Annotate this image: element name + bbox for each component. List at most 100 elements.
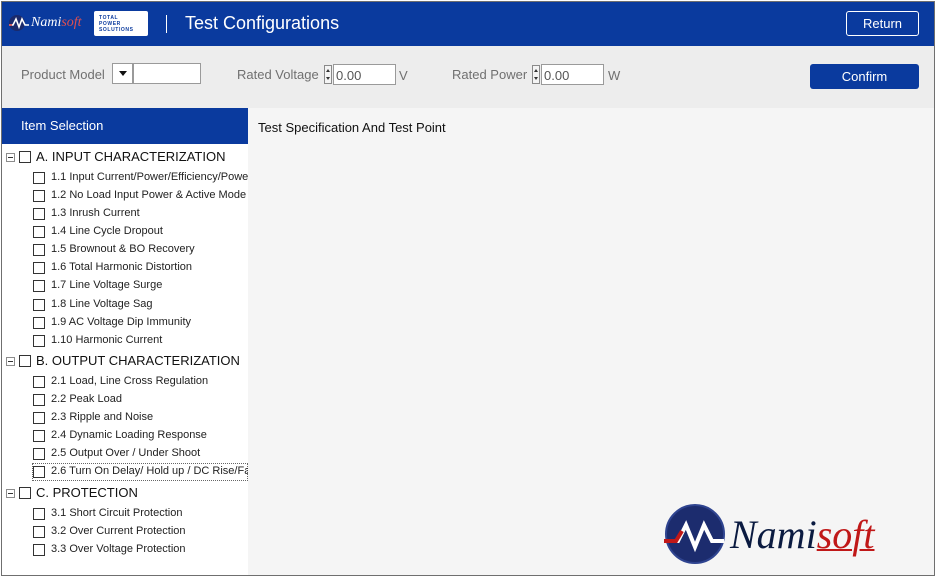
tree-item[interactable]: 1.7 Line Voltage Surge	[2, 277, 248, 295]
test-specification-header: Test Specification And Test Point	[258, 120, 446, 135]
item-checkbox[interactable]	[33, 226, 45, 238]
category-checkbox[interactable]	[19, 151, 31, 163]
product-model-field[interactable]	[133, 63, 201, 84]
item-label: 1.7 Line Voltage Surge	[51, 279, 163, 291]
item-checkbox[interactable]	[33, 526, 45, 538]
rated-voltage-label: Rated Voltage	[237, 67, 319, 82]
item-label: 1.6 Total Harmonic Distortion	[51, 261, 193, 273]
tree-item[interactable]: 1.6 Total Harmonic Distortion	[2, 259, 248, 277]
collapse-icon[interactable]	[6, 357, 15, 366]
item-label: 2.1 Load, Line Cross Regulation	[51, 375, 209, 387]
app-window: Namisoft TOTAL POWER SOLUTIONS Test Conf…	[1, 1, 935, 576]
item-label: 3.2 Over Current Protection	[51, 525, 186, 537]
rated-power-label: Rated Power	[452, 67, 528, 82]
namisoft-logo: Namisoft	[664, 502, 874, 566]
item-checkbox[interactable]	[33, 544, 45, 556]
namisoft-logo-word: Namisoft	[730, 511, 875, 557]
category-checkbox[interactable]	[19, 487, 31, 499]
tree-item[interactable]: 2.5 Output Over / Under Shoot	[2, 445, 248, 463]
item-checkbox[interactable]	[33, 299, 45, 311]
collapse-icon[interactable]	[6, 153, 15, 162]
rated-power-unit: W	[608, 68, 621, 83]
rated-power-input[interactable]: 0.00	[541, 64, 604, 85]
item-checkbox[interactable]	[33, 190, 45, 202]
item-label: 1.4 Line Cycle Dropout	[51, 225, 163, 237]
tagline-badge: TOTAL POWER SOLUTIONS	[94, 11, 148, 36]
tree-item[interactable]: 1.4 Line Cycle Dropout	[2, 223, 248, 241]
item-selection-header: Item Selection	[2, 108, 248, 144]
tree-item[interactable]: 1.5 Brownout & BO Recovery	[2, 241, 248, 259]
item-label: 2.3 Ripple and Noise	[51, 411, 154, 423]
tree-item[interactable]: 3.1 Short Circuit Protection	[2, 505, 248, 523]
item-selection-tree: A. INPUT CHARACTERIZATION 1.1 Input Curr…	[2, 144, 248, 575]
item-checkbox[interactable]	[33, 280, 45, 292]
item-label: 2.5 Output Over / Under Shoot	[51, 447, 201, 459]
rated-power-spinner[interactable]	[532, 65, 540, 84]
title-divider	[166, 15, 167, 33]
spin-up-icon	[534, 68, 538, 72]
item-checkbox[interactable]	[33, 317, 45, 329]
tree-item[interactable]: 2.1 Load, Line Cross Regulation	[2, 373, 248, 391]
spin-down-icon	[326, 77, 330, 81]
collapse-icon[interactable]	[6, 489, 15, 498]
tree-item[interactable]: 1.9 AC Voltage Dip Immunity	[2, 314, 248, 332]
confirm-button[interactable]: Confirm	[810, 64, 919, 89]
spin-down-icon	[534, 77, 538, 81]
item-checkbox[interactable]	[33, 466, 45, 478]
header-brand-name: Namisoft	[31, 15, 82, 30]
tree-item[interactable]: 1.1 Input Current/Power/Efficiency/Powe	[2, 169, 248, 187]
namisoft-logo-icon	[664, 504, 725, 564]
return-button[interactable]: Return	[846, 11, 919, 36]
item-label: 1.9 AC Voltage Dip Immunity	[51, 316, 192, 328]
item-checkbox[interactable]	[33, 430, 45, 442]
tree-item[interactable]: 2.3 Ripple and Noise	[2, 409, 248, 427]
item-checkbox[interactable]	[33, 508, 45, 520]
tree-item[interactable]: 3.2 Over Current Protection	[2, 523, 248, 541]
item-label: 1.5 Brownout & BO Recovery	[51, 243, 195, 255]
tagline-line: SOLUTIONS	[99, 26, 134, 33]
tree-item[interactable]: 1.8 Line Voltage Sag	[2, 296, 248, 314]
category-label: A. INPUT CHARACTERIZATION	[36, 149, 226, 164]
item-checkbox[interactable]	[33, 448, 45, 460]
item-label: 1.3 Inrush Current	[51, 207, 140, 219]
test-specification-panel: Test Specification And Test Point Namiso…	[248, 108, 934, 575]
spin-up-icon	[326, 68, 330, 72]
item-checkbox[interactable]	[33, 262, 45, 274]
category-row[interactable]: B. OUTPUT CHARACTERIZATION	[2, 352, 248, 370]
category-label: C. PROTECTION	[36, 485, 138, 500]
item-label: 1.10 Harmonic Current	[51, 334, 163, 346]
rated-voltage-input[interactable]: 0.00	[333, 64, 396, 85]
item-checkbox[interactable]	[33, 244, 45, 256]
item-checkbox[interactable]	[33, 172, 45, 184]
category-checkbox[interactable]	[19, 355, 31, 367]
tree-item-focused[interactable]: 2.6 Turn On Delay/ Hold up / DC Rise/Fa	[32, 463, 248, 481]
tree-item[interactable]: 2.2 Peak Load	[2, 391, 248, 409]
rated-voltage-spinner[interactable]	[324, 65, 332, 84]
tree-item[interactable]: 1.10 Harmonic Current	[2, 332, 248, 350]
title-bar: Namisoft TOTAL POWER SOLUTIONS Test Conf…	[2, 2, 934, 46]
product-model-dropdown-button[interactable]	[112, 63, 133, 84]
item-checkbox[interactable]	[33, 208, 45, 220]
tree-item[interactable]: 1.2 No Load Input Power & Active Mode I	[2, 187, 248, 205]
product-model-label: Product Model	[21, 67, 105, 82]
header-brand: Namisoft	[8, 12, 82, 34]
item-label: 3.3 Over Voltage Protection	[51, 543, 186, 555]
item-label: 2.2 Peak Load	[51, 393, 122, 405]
item-checkbox[interactable]	[33, 394, 45, 406]
page-title: Test Configurations	[185, 13, 340, 33]
item-checkbox[interactable]	[33, 376, 45, 388]
tree-item[interactable]: 1.3 Inrush Current	[2, 205, 248, 223]
item-checkbox[interactable]	[33, 335, 45, 347]
item-label: 2.6 Turn On Delay/ Hold up / DC Rise/Fa	[51, 465, 248, 477]
item-label: 2.4 Dynamic Loading Response	[51, 429, 207, 441]
category-row[interactable]: C. PROTECTION	[2, 484, 248, 502]
tree-item[interactable]: 2.4 Dynamic Loading Response	[2, 427, 248, 445]
item-label: 1.1 Input Current/Power/Efficiency/Powe	[51, 171, 248, 183]
namisoft-mark-icon	[9, 15, 29, 31]
item-checkbox[interactable]	[33, 412, 45, 424]
tree-item[interactable]: 3.3 Over Voltage Protection	[2, 541, 248, 559]
item-label: 1.8 Line Voltage Sag	[51, 298, 153, 310]
chevron-down-icon	[118, 71, 127, 76]
parameters-bar: Product Model Rated Voltage 0.00 V Rated…	[2, 46, 934, 108]
category-row[interactable]: A. INPUT CHARACTERIZATION	[2, 148, 248, 166]
